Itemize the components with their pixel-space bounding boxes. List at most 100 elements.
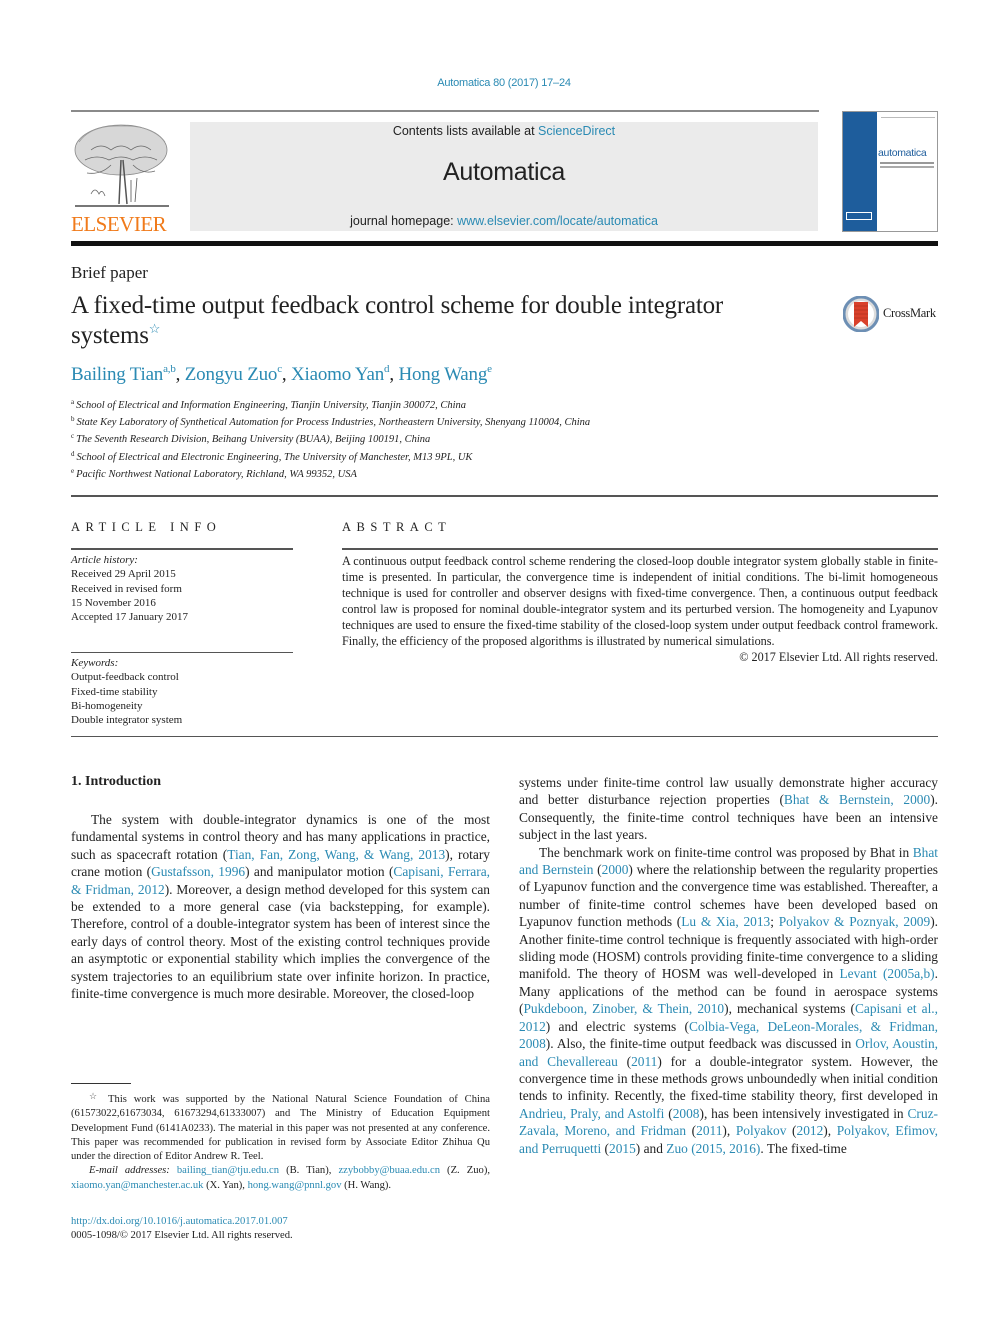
intro-paragraph-continued: systems under finite-time control law us… — [519, 774, 938, 844]
contents-prefix: Contents lists available at — [392, 124, 539, 138]
author-link[interactable]: Hong Wang — [398, 364, 487, 385]
affiliation-item: b State Key Laboratory of Synthetical Aut… — [71, 414, 771, 431]
affiliation-text: The Seventh Research Division, Beihang U… — [76, 434, 431, 446]
affiliation-text: State Key Laboratory of Synthetical Auto… — [76, 417, 591, 429]
funding-note: ☆ This work was supported by the Nationa… — [71, 1089, 490, 1164]
history-item: Received in revised form — [71, 582, 182, 595]
crossmark-icon — [842, 295, 880, 333]
title-footnote-star-icon[interactable]: ☆ — [149, 321, 161, 336]
keywords-block: Keywords: Output-feedback control Fixed-… — [71, 656, 293, 727]
citation-link[interactable]: Tian, Fan, Zong, Wang, & Wang, 2013 — [227, 847, 445, 862]
abstract-divider — [342, 548, 938, 550]
citation-link[interactable]: Polyakov & Poznyak, 2009 — [779, 914, 930, 929]
journal-citation-link[interactable]: Automatica 80 (2017) 17–24 — [0, 77, 992, 89]
header-top-rule — [71, 110, 819, 112]
crossmark-badge[interactable]: CrossMark — [842, 295, 943, 333]
keyword-item: Fixed-time stability — [71, 685, 158, 698]
crossmark-label: CrossMark — [883, 306, 936, 320]
section-heading-introduction: 1. Introduction — [71, 774, 161, 789]
email-link[interactable]: hong.wang@pnnl.gov — [248, 1180, 342, 1191]
homepage-prefix: journal homepage: — [350, 214, 458, 228]
author-separator: , — [175, 364, 185, 385]
doi-link[interactable]: http://dx.doi.org/10.1016/j.automatica.2… — [71, 1215, 490, 1229]
journal-name: Automatica — [442, 158, 566, 186]
email-link[interactable]: xiaomo.yan@manchester.ac.uk — [71, 1180, 203, 1191]
abstract-heading: ABSTRACT — [342, 520, 452, 534]
citation-link[interactable]: 2011 — [696, 1123, 722, 1138]
article-title: A fixed-time output feedback control sch… — [71, 291, 811, 351]
abstract-body: A continuous output feedback control sch… — [342, 553, 938, 665]
body-column-right: systems under finite-time control law us… — [519, 774, 938, 1157]
history-label: Article history: — [71, 554, 138, 566]
body-text: ( — [617, 1053, 632, 1069]
author-affiliation-mark[interactable]: a,b — [163, 363, 176, 375]
article-info-divider — [71, 548, 293, 550]
body-text: ( — [593, 862, 602, 878]
article-type: Brief paper — [71, 263, 148, 282]
sciencedirect-link[interactable]: ScienceDirect — [538, 124, 615, 138]
author-link[interactable]: Xiaomo Yan — [291, 364, 384, 385]
affiliation-item: d School of Electrical and Electronic Eng… — [71, 449, 771, 466]
email-owner: (H. Wang). — [341, 1179, 392, 1191]
citation-link[interactable]: 2000 — [602, 862, 629, 877]
affiliation-text: School of Electrical and Information Eng… — [76, 400, 467, 411]
keyword-item: Output-feedback control — [71, 671, 179, 684]
article-info-heading: ARTICLE INFO — [71, 520, 222, 534]
funding-text: This work was supported by the National … — [71, 1094, 490, 1163]
citation-link[interactable]: Pukdeboon, Zinober, & Thein, 2010 — [523, 1001, 724, 1016]
abstract-text: A continuous output feedback control sch… — [342, 554, 938, 648]
body-text: ( — [786, 1123, 797, 1139]
elsevier-wordmark: ELSEVIER — [71, 212, 167, 236]
citation-link[interactable]: 2015 — [609, 1141, 636, 1156]
citation-link[interactable]: Zuo (2015, 2016) — [666, 1141, 760, 1156]
affiliation-mark: b — [71, 415, 75, 424]
citation-link[interactable]: Levant (2005a,b) — [839, 966, 934, 981]
funding-footnote: ☆ This work was supported by the Nationa… — [71, 1089, 490, 1193]
header-thick-rule — [71, 241, 938, 246]
citation-link[interactable]: 2011 — [631, 1054, 657, 1069]
affiliation-mark: c — [71, 432, 75, 441]
citation-link[interactable]: Andrieu, Praly, and Astolfi — [519, 1106, 664, 1121]
body-text: ; — [770, 914, 779, 930]
history-item: Accepted 17 January 2017 — [71, 611, 188, 624]
affiliation-item: e Pacific Northwest National Laboratory, … — [71, 466, 771, 483]
article-history: Article history: Received 29 April 2015 … — [71, 553, 293, 624]
email-owner: (Z. Zuo), — [440, 1165, 491, 1177]
affiliation-item: a School of Electrical and Information En… — [71, 397, 771, 414]
body-text: The benchmark work on finite-time contro… — [539, 844, 913, 860]
article-footer: http://dx.doi.org/10.1016/j.automatica.2… — [71, 1215, 490, 1244]
journal-homepage-link[interactable]: www.elsevier.com/locate/automatica — [457, 214, 658, 228]
affiliation-mark: e — [71, 466, 75, 475]
citation-link[interactable]: 2012 — [797, 1123, 824, 1138]
author-affiliation-mark[interactable]: e — [487, 363, 492, 375]
citation-link[interactable]: Polyakov — [736, 1123, 787, 1138]
body-text: ), has been intensively investigated in — [699, 1105, 908, 1121]
ifac-logo-icon — [846, 212, 872, 220]
body-text: ), mechanical systems ( — [724, 1001, 855, 1017]
body-text: ). Moreover, a design method developed f… — [71, 881, 490, 1002]
body-text: ( — [601, 1140, 609, 1156]
keywords-divider — [71, 652, 293, 653]
author-link[interactable]: Zongyu Zuo — [185, 364, 278, 385]
citation-link[interactable]: 2008 — [673, 1106, 700, 1121]
journal-cover-thumbnail[interactable]: automatica — [842, 111, 938, 232]
abstract-copyright: © 2017 Elsevier Ltd. All rights reserved… — [739, 650, 938, 664]
body-text: ) and electric systems ( — [545, 1018, 689, 1034]
author-link[interactable]: Bailing Tian — [71, 364, 163, 385]
email-addresses: E-mail addresses: bailing_tian@tju.edu.c… — [71, 1164, 490, 1193]
citation-link[interactable]: Bhat & Bernstein, 2000 — [784, 792, 930, 807]
history-item: Received 29 April 2015 — [71, 568, 176, 581]
issn-rights: 0005-1098/© 2017 Elsevier Ltd. All right… — [71, 1230, 293, 1242]
email-owner: (B. Tian), — [279, 1165, 339, 1177]
email-link[interactable]: zzybobby@buaa.edu.cn — [338, 1165, 440, 1176]
front-matter-bottom-rule — [71, 736, 938, 737]
citation-link[interactable]: Gustafsson, 1996 — [151, 864, 245, 879]
footnote-star-icon: ☆ — [89, 1091, 102, 1101]
affiliation-mark: a — [71, 398, 75, 406]
journal-header-box: Contents lists available at ScienceDirec… — [190, 122, 818, 231]
author-list: Bailing Tiana,b, Zongyu Zuoc, Xiaomo Yan… — [71, 364, 492, 386]
body-text: . The fixed-time — [760, 1140, 847, 1156]
cover-title: automatica — [878, 147, 927, 159]
citation-link[interactable]: Lu & Xia, 2013 — [681, 914, 770, 929]
email-link[interactable]: bailing_tian@tju.edu.cn — [177, 1165, 279, 1176]
